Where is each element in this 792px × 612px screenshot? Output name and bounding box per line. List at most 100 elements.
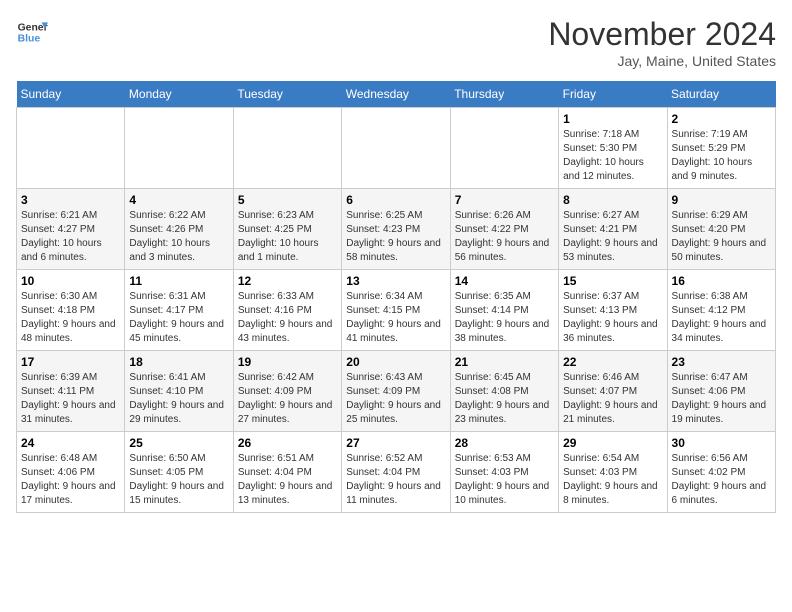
calendar-day-cell bbox=[342, 108, 450, 189]
day-number: 23 bbox=[672, 355, 771, 369]
day-number: 29 bbox=[563, 436, 662, 450]
day-info: Sunrise: 7:18 AM Sunset: 5:30 PM Dayligh… bbox=[563, 128, 662, 184]
calendar-day-cell: 8Sunrise: 6:27 AM Sunset: 4:21 PM Daylig… bbox=[559, 189, 667, 270]
day-number: 20 bbox=[346, 355, 445, 369]
day-info: Sunrise: 6:47 AM Sunset: 4:06 PM Dayligh… bbox=[672, 371, 771, 427]
day-number: 30 bbox=[672, 436, 771, 450]
day-number: 6 bbox=[346, 193, 445, 207]
calendar-day-cell: 12 Sunrise: 6:33 AM Sunset: 4:16 PM Dayli… bbox=[233, 270, 341, 351]
calendar-day-cell: 20 Sunrise: 6:43 AM Sunset: 4:09 PM Dayli… bbox=[342, 351, 450, 432]
location: Jay, Maine, United States bbox=[548, 53, 776, 69]
calendar-day-cell bbox=[17, 108, 125, 189]
day-info: Sunrise: 7:19 AM Sunset: 5:29 PM Dayligh… bbox=[672, 128, 771, 184]
calendar-week-row: 17 Sunrise: 6:39 AM Sunset: 4:11 PM Dayli… bbox=[17, 351, 776, 432]
day-info: Sunrise: 6:33 AM Sunset: 4:16 PM Dayligh… bbox=[238, 290, 337, 346]
day-number: 28 bbox=[455, 436, 554, 450]
calendar-day-cell: 1 Sunrise: 7:18 AM Sunset: 5:30 PM Daylig… bbox=[559, 108, 667, 189]
day-number: 9 bbox=[672, 193, 771, 207]
calendar-day-cell: 3Sunrise: 6:21 AM Sunset: 4:27 PM Daylig… bbox=[17, 189, 125, 270]
calendar-day-cell: 25 Sunrise: 6:50 AM Sunset: 4:05 PM Dayli… bbox=[125, 432, 233, 513]
day-number: 8 bbox=[563, 193, 662, 207]
calendar-day-cell bbox=[233, 108, 341, 189]
logo: General Blue bbox=[16, 16, 48, 48]
logo-icon: General Blue bbox=[16, 16, 48, 48]
svg-text:Blue: Blue bbox=[18, 34, 41, 45]
month-title: November 2024 bbox=[548, 16, 776, 53]
day-number: 27 bbox=[346, 436, 445, 450]
title-block: November 2024 Jay, Maine, United States bbox=[548, 16, 776, 69]
calendar-day-cell: 7Sunrise: 6:26 AM Sunset: 4:22 PM Daylig… bbox=[450, 189, 558, 270]
day-info: Sunrise: 6:31 AM Sunset: 4:17 PM Dayligh… bbox=[129, 290, 228, 346]
calendar-day-cell: 11 Sunrise: 6:31 AM Sunset: 4:17 PM Dayli… bbox=[125, 270, 233, 351]
page-header: General Blue November 2024 Jay, Maine, U… bbox=[16, 16, 776, 69]
calendar-day-cell: 21 Sunrise: 6:45 AM Sunset: 4:08 PM Dayli… bbox=[450, 351, 558, 432]
day-number: 10 bbox=[21, 274, 120, 288]
day-info: Sunrise: 6:29 AM Sunset: 4:20 PM Dayligh… bbox=[672, 209, 771, 265]
day-info: Sunrise: 6:50 AM Sunset: 4:05 PM Dayligh… bbox=[129, 452, 228, 508]
day-info: Sunrise: 6:22 AM Sunset: 4:26 PM Dayligh… bbox=[129, 209, 228, 265]
calendar-week-row: 3Sunrise: 6:21 AM Sunset: 4:27 PM Daylig… bbox=[17, 189, 776, 270]
day-number: 2 bbox=[672, 112, 771, 126]
day-number: 11 bbox=[129, 274, 228, 288]
calendar-day-cell: 17 Sunrise: 6:39 AM Sunset: 4:11 PM Dayli… bbox=[17, 351, 125, 432]
day-info: Sunrise: 6:43 AM Sunset: 4:09 PM Dayligh… bbox=[346, 371, 445, 427]
day-info: Sunrise: 6:35 AM Sunset: 4:14 PM Dayligh… bbox=[455, 290, 554, 346]
day-info: Sunrise: 6:56 AM Sunset: 4:02 PM Dayligh… bbox=[672, 452, 771, 508]
day-info: Sunrise: 6:23 AM Sunset: 4:25 PM Dayligh… bbox=[238, 209, 337, 265]
day-info: Sunrise: 6:46 AM Sunset: 4:07 PM Dayligh… bbox=[563, 371, 662, 427]
day-number: 5 bbox=[238, 193, 337, 207]
day-number: 14 bbox=[455, 274, 554, 288]
calendar-day-cell: 6Sunrise: 6:25 AM Sunset: 4:23 PM Daylig… bbox=[342, 189, 450, 270]
day-number: 26 bbox=[238, 436, 337, 450]
calendar-day-cell bbox=[125, 108, 233, 189]
day-info: Sunrise: 6:34 AM Sunset: 4:15 PM Dayligh… bbox=[346, 290, 445, 346]
day-number: 15 bbox=[563, 274, 662, 288]
calendar-day-cell: 23 Sunrise: 6:47 AM Sunset: 4:06 PM Dayli… bbox=[667, 351, 775, 432]
day-info: Sunrise: 6:42 AM Sunset: 4:09 PM Dayligh… bbox=[238, 371, 337, 427]
day-number: 17 bbox=[21, 355, 120, 369]
day-info: Sunrise: 6:39 AM Sunset: 4:11 PM Dayligh… bbox=[21, 371, 120, 427]
calendar-table: SundayMondayTuesdayWednesdayThursdayFrid… bbox=[16, 81, 776, 513]
day-number: 1 bbox=[563, 112, 662, 126]
day-number: 21 bbox=[455, 355, 554, 369]
day-info: Sunrise: 6:54 AM Sunset: 4:03 PM Dayligh… bbox=[563, 452, 662, 508]
day-info: Sunrise: 6:41 AM Sunset: 4:10 PM Dayligh… bbox=[129, 371, 228, 427]
day-info: Sunrise: 6:45 AM Sunset: 4:08 PM Dayligh… bbox=[455, 371, 554, 427]
day-info: Sunrise: 6:51 AM Sunset: 4:04 PM Dayligh… bbox=[238, 452, 337, 508]
day-info: Sunrise: 6:53 AM Sunset: 4:03 PM Dayligh… bbox=[455, 452, 554, 508]
calendar-day-cell: 2 Sunrise: 7:19 AM Sunset: 5:29 PM Daylig… bbox=[667, 108, 775, 189]
calendar-day-cell: 18 Sunrise: 6:41 AM Sunset: 4:10 PM Dayli… bbox=[125, 351, 233, 432]
calendar-week-row: 24Sunrise: 6:48 AM Sunset: 4:06 PM Dayli… bbox=[17, 432, 776, 513]
day-info: Sunrise: 6:38 AM Sunset: 4:12 PM Dayligh… bbox=[672, 290, 771, 346]
day-number: 18 bbox=[129, 355, 228, 369]
weekday-header-row: SundayMondayTuesdayWednesdayThursdayFrid… bbox=[17, 81, 776, 108]
weekday-header-cell: Thursday bbox=[450, 81, 558, 108]
calendar-day-cell: 15 Sunrise: 6:37 AM Sunset: 4:13 PM Dayli… bbox=[559, 270, 667, 351]
calendar-day-cell: 29 Sunrise: 6:54 AM Sunset: 4:03 PM Dayli… bbox=[559, 432, 667, 513]
day-number: 12 bbox=[238, 274, 337, 288]
day-info: Sunrise: 6:30 AM Sunset: 4:18 PM Dayligh… bbox=[21, 290, 120, 346]
calendar-week-row: 10 Sunrise: 6:30 AM Sunset: 4:18 PM Dayli… bbox=[17, 270, 776, 351]
weekday-header-cell: Wednesday bbox=[342, 81, 450, 108]
calendar-day-cell: 27 Sunrise: 6:52 AM Sunset: 4:04 PM Dayli… bbox=[342, 432, 450, 513]
day-number: 25 bbox=[129, 436, 228, 450]
calendar-day-cell: 22Sunrise: 6:46 AM Sunset: 4:07 PM Dayli… bbox=[559, 351, 667, 432]
weekday-header-cell: Saturday bbox=[667, 81, 775, 108]
day-number: 13 bbox=[346, 274, 445, 288]
day-info: Sunrise: 6:37 AM Sunset: 4:13 PM Dayligh… bbox=[563, 290, 662, 346]
calendar-day-cell: 30 Sunrise: 6:56 AM Sunset: 4:02 PM Dayli… bbox=[667, 432, 775, 513]
day-info: Sunrise: 6:26 AM Sunset: 4:22 PM Dayligh… bbox=[455, 209, 554, 265]
day-number: 3 bbox=[21, 193, 120, 207]
weekday-header-cell: Sunday bbox=[17, 81, 125, 108]
calendar-day-cell: 4 Sunrise: 6:22 AM Sunset: 4:26 PM Daylig… bbox=[125, 189, 233, 270]
calendar-week-row: 1 Sunrise: 7:18 AM Sunset: 5:30 PM Daylig… bbox=[17, 108, 776, 189]
day-number: 4 bbox=[129, 193, 228, 207]
weekday-header-cell: Tuesday bbox=[233, 81, 341, 108]
calendar-day-cell: 13 Sunrise: 6:34 AM Sunset: 4:15 PM Dayli… bbox=[342, 270, 450, 351]
day-info: Sunrise: 6:52 AM Sunset: 4:04 PM Dayligh… bbox=[346, 452, 445, 508]
day-number: 16 bbox=[672, 274, 771, 288]
calendar-day-cell: 28 Sunrise: 6:53 AM Sunset: 4:03 PM Dayli… bbox=[450, 432, 558, 513]
calendar-day-cell: 10 Sunrise: 6:30 AM Sunset: 4:18 PM Dayli… bbox=[17, 270, 125, 351]
day-number: 24 bbox=[21, 436, 120, 450]
calendar-day-cell: 16 Sunrise: 6:38 AM Sunset: 4:12 PM Dayli… bbox=[667, 270, 775, 351]
